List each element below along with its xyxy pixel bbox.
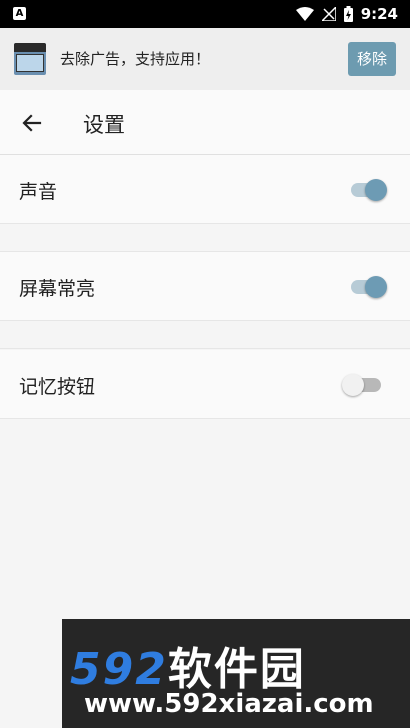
section-divider xyxy=(0,321,410,349)
wifi-icon xyxy=(295,7,314,21)
setting-keep-screen-on[interactable]: 屏幕常亮 xyxy=(0,252,410,321)
status-bar: A 9:24 xyxy=(0,0,410,28)
no-sim-icon xyxy=(321,7,336,21)
keep-screen-on-toggle[interactable] xyxy=(348,275,390,299)
notification-icon: A xyxy=(13,7,26,20)
setting-label: 声音 xyxy=(19,181,58,203)
back-arrow-icon[interactable] xyxy=(20,111,44,135)
app-bar: 设置 xyxy=(0,90,410,155)
setting-label: 屏幕常亮 xyxy=(19,278,96,300)
battery-icon xyxy=(343,6,353,22)
watermark-url: www.592xiazai.com xyxy=(84,689,374,719)
sound-toggle[interactable] xyxy=(348,178,390,202)
setting-sound[interactable]: 声音 xyxy=(0,155,410,224)
setting-memory-buttons[interactable]: 记忆按钮 xyxy=(0,350,410,419)
ad-app-thumbnail xyxy=(14,43,46,75)
ad-text: 去除广告，支持应用！ xyxy=(60,50,211,68)
ad-banner[interactable]: 去除广告，支持应用！ 移除 xyxy=(0,28,410,90)
clock: 9:24 xyxy=(360,5,398,23)
remove-ads-button[interactable]: 移除 xyxy=(348,42,396,76)
setting-label: 记忆按钮 xyxy=(19,376,96,398)
watermark-logo: 592软件园 www.592xiazai.com xyxy=(62,619,410,728)
watermark-brand: 592软件园 xyxy=(70,644,306,695)
page-title: 设置 xyxy=(83,113,125,137)
memory-buttons-toggle[interactable] xyxy=(342,373,390,397)
section-divider xyxy=(0,224,410,252)
status-icons: 9:24 xyxy=(295,4,398,24)
